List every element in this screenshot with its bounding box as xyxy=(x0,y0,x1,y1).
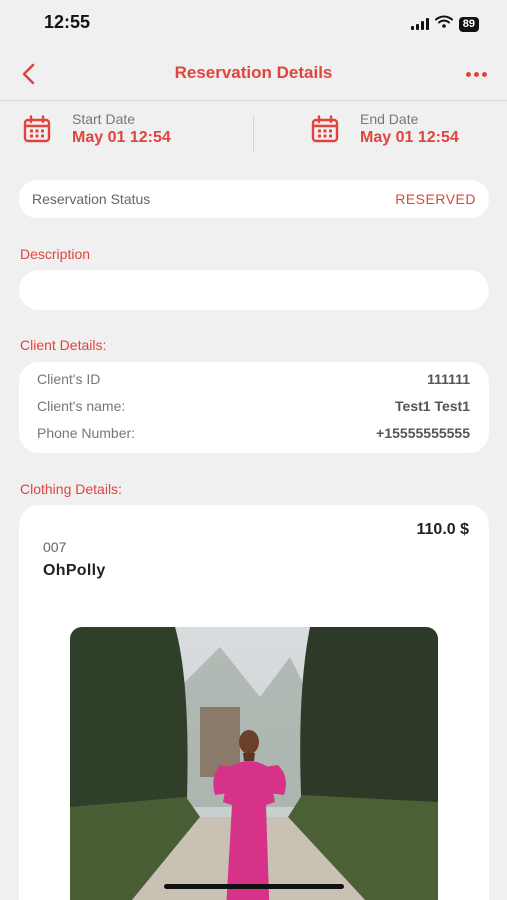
more-options-button[interactable] xyxy=(463,62,489,86)
cellular-signal-icon xyxy=(410,18,429,30)
start-date-label: Start Date xyxy=(72,111,136,127)
nav-header: Reservation Details xyxy=(0,48,507,100)
status-bar: 12:55 89 xyxy=(0,0,507,46)
end-date-label: End Date xyxy=(360,111,419,127)
phone-number-row: Phone Number: +15555555555 xyxy=(37,425,470,441)
status-time: 12:55 xyxy=(44,12,91,32)
home-indicator[interactable] xyxy=(164,884,344,889)
dates-row: Start Date May 01 12:54 End Date May 01 … xyxy=(0,110,507,160)
client-details-label: Client Details: xyxy=(20,337,107,353)
status-indicators: 89 xyxy=(410,15,479,33)
more-dot-icon xyxy=(481,71,487,77)
calendar-icon xyxy=(311,115,339,143)
date-separator xyxy=(253,116,254,152)
clothing-code: 007 xyxy=(43,539,67,555)
start-date-value: May 01 12:54 xyxy=(72,129,171,146)
reservation-status-label: Reservation Status xyxy=(32,191,151,207)
clothing-name: OhPolly xyxy=(43,562,106,579)
client-id-label: Client's ID xyxy=(37,371,101,387)
phone-number-label: Phone Number: xyxy=(37,425,136,441)
client-name-value: Test1 Test1 xyxy=(395,398,470,414)
client-id-row: Client's ID 111111 xyxy=(37,371,470,387)
clothing-details-card: 110.0 $ 007 OhPolly xyxy=(19,505,489,900)
calendar-icon xyxy=(23,115,51,143)
page-title: Reservation Details xyxy=(174,63,333,82)
battery-icon: 89 xyxy=(458,16,479,32)
start-date: Start Date May 01 12:54 xyxy=(22,110,171,148)
reservation-status-card: Reservation Status RESERVED xyxy=(19,180,489,218)
more-dot-icon xyxy=(465,71,471,77)
client-name-label: Client's name: xyxy=(37,398,126,414)
header-divider xyxy=(0,100,507,101)
client-details-card: Client's ID 111111 Client's name: Test1 … xyxy=(19,362,489,453)
clothing-price: 110.0 $ xyxy=(416,521,470,538)
client-id-value: 111111 xyxy=(427,371,470,387)
client-name-row: Client's name: Test1 Test1 xyxy=(37,398,470,414)
more-dot-icon xyxy=(473,71,479,77)
end-date: End Date May 01 12:54 xyxy=(310,110,459,148)
description-field[interactable] xyxy=(19,270,489,310)
description-label: Description xyxy=(20,246,91,262)
end-date-value: May 01 12:54 xyxy=(360,129,459,146)
wifi-icon xyxy=(434,15,453,33)
clothing-photo[interactable] xyxy=(70,627,438,900)
clothing-details-label: Clothing Details: xyxy=(20,481,122,497)
phone-number-value: +15555555555 xyxy=(376,425,470,441)
reservation-status-value: RESERVED xyxy=(395,191,476,207)
